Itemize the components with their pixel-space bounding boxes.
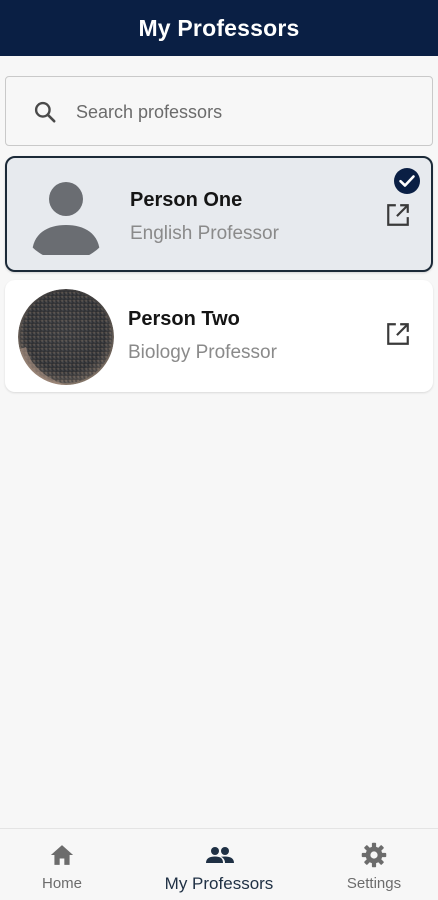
nav-item-home[interactable]: Home — [20, 829, 104, 900]
professor-name: Person Two — [128, 308, 240, 330]
search-icon — [34, 101, 56, 123]
nav-item-my-professors[interactable]: My Professors — [152, 829, 286, 900]
default-person-icon — [32, 182, 100, 255]
app-bar: My Professors — [0, 0, 438, 56]
open-in-new-icon[interactable] — [385, 321, 411, 347]
professor-card-person-one[interactable]: Person One English Professor — [5, 156, 433, 272]
nav-label-home: Home — [41, 875, 82, 892]
check-circle-icon — [394, 168, 420, 194]
professor-name: Person One — [130, 189, 243, 211]
gear-icon — [361, 842, 387, 868]
open-in-new-icon[interactable] — [385, 202, 411, 228]
people-icon — [206, 847, 234, 863]
avatar — [18, 289, 114, 385]
nav-label-my-professors: My Professors — [164, 874, 274, 893]
search-input[interactable] — [76, 95, 416, 129]
avatar — [18, 165, 114, 261]
profile-photo — [18, 289, 114, 385]
professor-role: Biology Professor — [128, 342, 277, 363]
nav-label-settings: Settings — [346, 875, 402, 892]
home-icon — [50, 845, 74, 865]
page-title: My Professors — [138, 14, 300, 41]
search-bar[interactable] — [5, 76, 433, 146]
professor-role: English Professor — [130, 223, 279, 244]
bottom-navigation: Home My Professors Settings — [0, 828, 438, 900]
nav-item-settings[interactable]: Settings — [332, 829, 416, 900]
professor-card-person-two[interactable]: Person Two Biology Professor — [5, 280, 433, 392]
